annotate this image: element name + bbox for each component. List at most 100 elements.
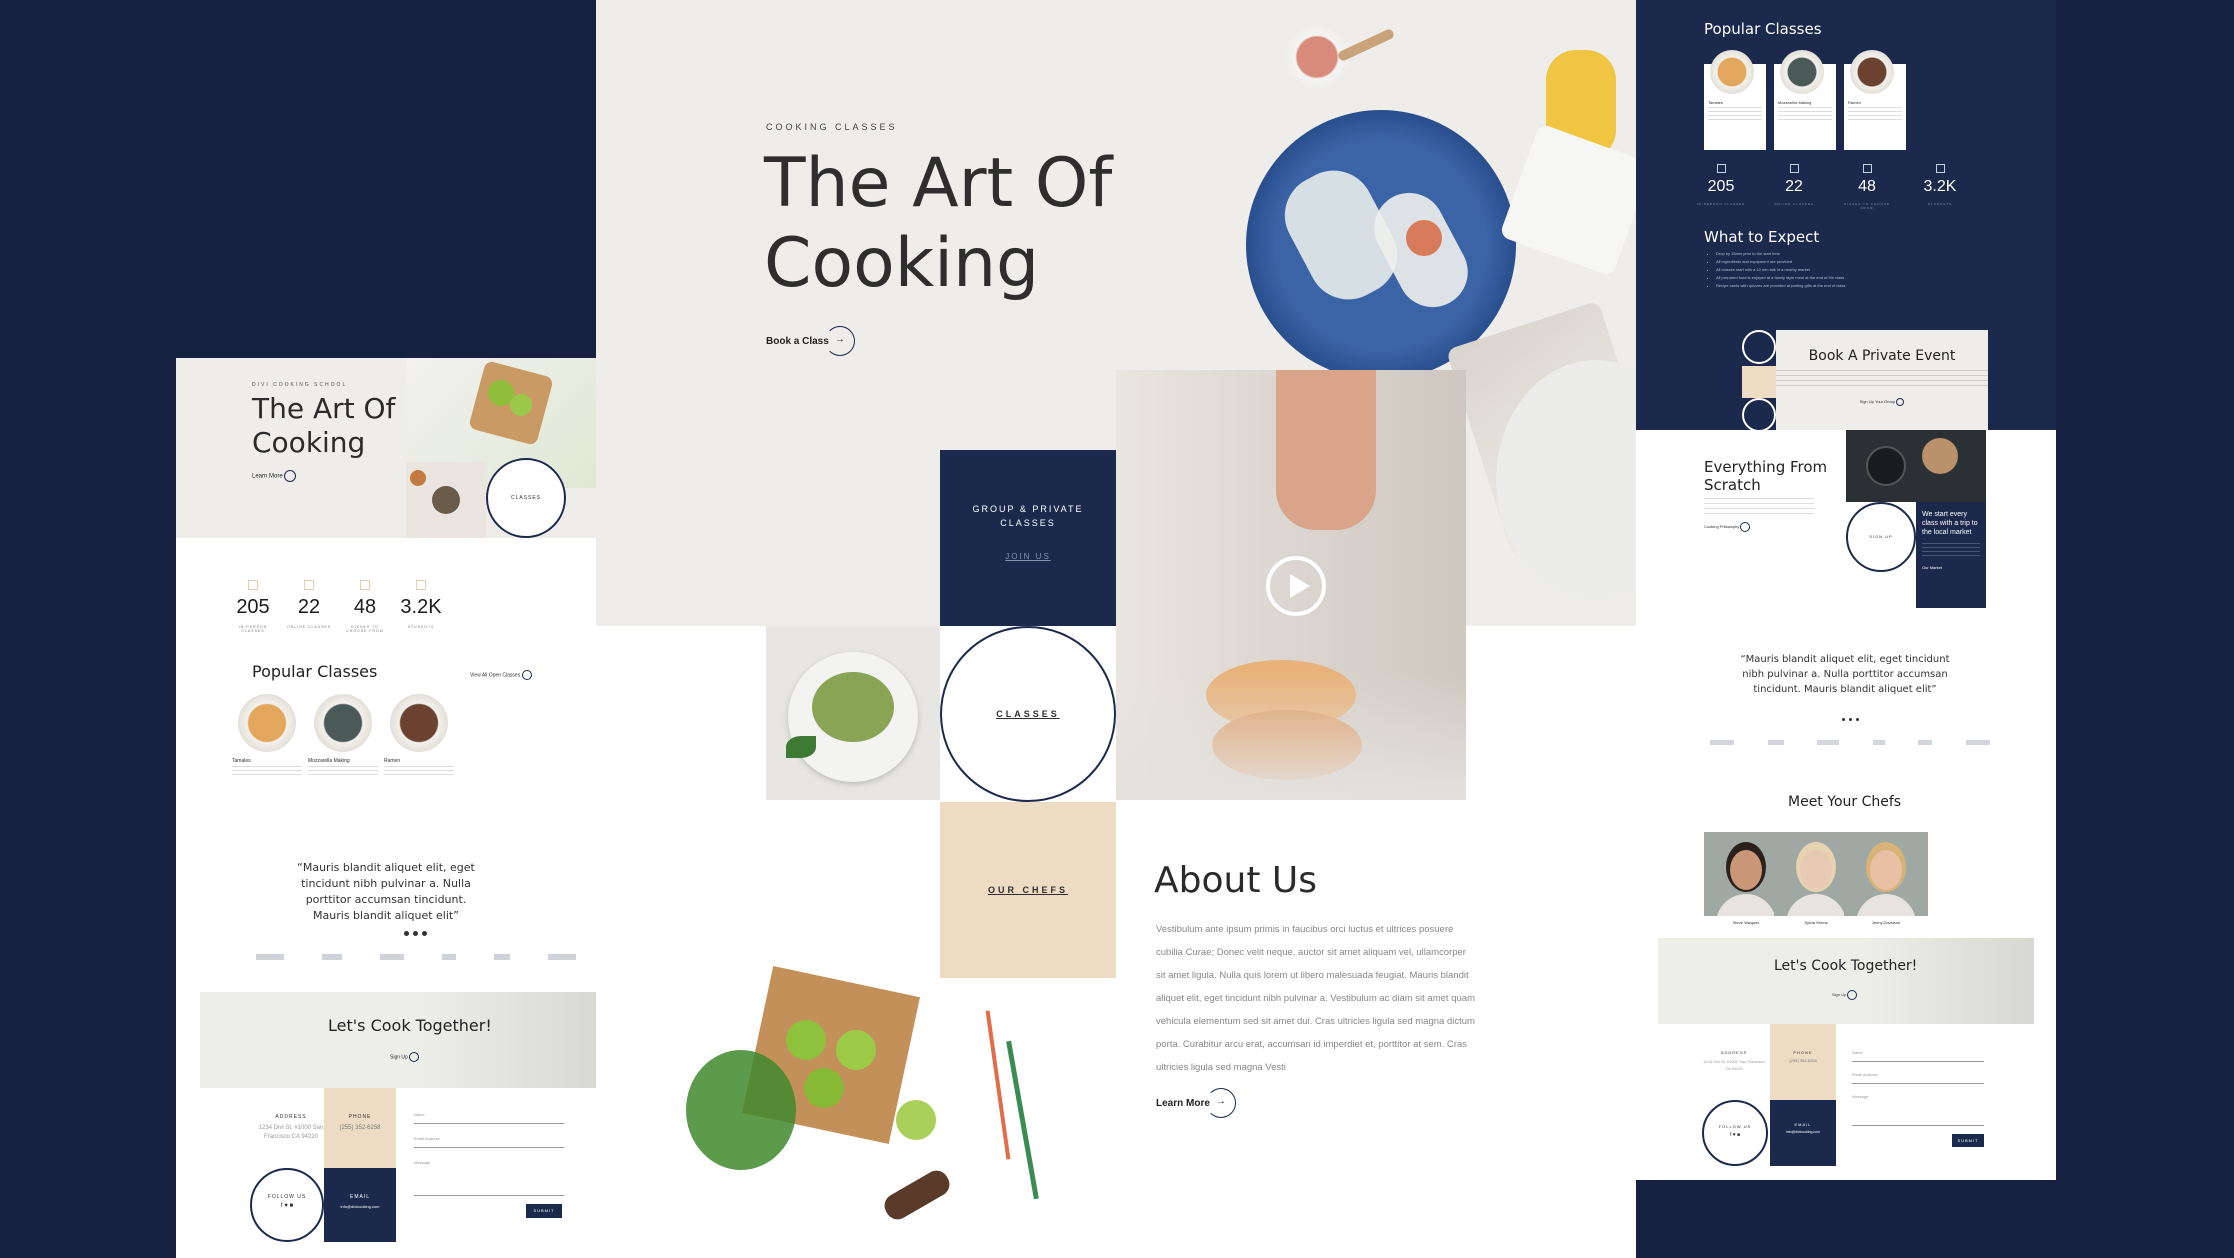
left-class-card[interactable]: Tamales — [232, 694, 302, 778]
left-follow-circle[interactable]: FOLLOW US f ♥ ■ — [250, 1168, 324, 1242]
left-class-name: Mozzarella Making — [308, 758, 350, 764]
left-learn-label: Learn More — [252, 473, 283, 480]
left-quote-dots[interactable] — [402, 923, 429, 941]
left-classes-circle[interactable]: CLASSES — [486, 458, 566, 538]
right-our-market-link[interactable]: Our Market — [1922, 565, 1980, 570]
right-email-block: EMAIL info@divicooking.com — [1770, 1100, 1836, 1166]
center-title-line2: Cooking — [764, 224, 1040, 303]
left-class-card[interactable]: Ramen — [384, 694, 454, 778]
class-desc — [1848, 107, 1902, 121]
left-sign-up-link[interactable]: Sign Up — [390, 1052, 420, 1062]
right-stat-value: 22 — [1785, 178, 1803, 195]
left-view-all-label: View All Open Classes — [470, 672, 521, 679]
right-email-field[interactable]: Email Address — [1852, 1072, 1984, 1084]
social-icons[interactable]: f ♥ ■ — [1704, 1132, 1766, 1138]
right-submit-button[interactable]: SUBMIT — [1952, 1134, 1984, 1147]
limes-photo — [656, 950, 1076, 1258]
right-scratch-link-label: Cooking Philosophy — [1704, 524, 1740, 530]
left-follow-label: FOLLOW US — [267, 1194, 307, 1200]
right-deco-ring-2 — [1742, 398, 1776, 432]
left-stat: 22 ONLINE CLASSES — [284, 580, 334, 629]
stat-icon — [304, 580, 314, 590]
class-photo — [1850, 50, 1894, 94]
arrow-circle-icon — [1740, 522, 1751, 532]
right-private-title: Book A Private Event — [1808, 348, 1956, 364]
right-stat: 3.2K STUDENTS — [1915, 164, 1965, 206]
right-stat-label: DISHES TO CHOOSE FROM — [1844, 202, 1890, 210]
left-eyebrow: DIVI COOKING SCHOOL — [252, 382, 348, 388]
book-class-button[interactable]: Book a Class → — [766, 326, 855, 356]
class-desc — [1778, 107, 1832, 121]
left-phone-value: (255) 352-6258 — [339, 1125, 381, 1131]
right-scratch-link[interactable]: Cooking Philosophy — [1704, 522, 1751, 532]
social-icons[interactable]: f ♥ ■ — [252, 1203, 322, 1209]
left-stat-label: ONLINE CLASSES — [286, 625, 332, 629]
stat-icon — [1716, 164, 1726, 173]
arrow-circle-icon: → — [824, 326, 855, 356]
right-expect-item: Drop by 15min prior to the start time — [1716, 250, 1916, 258]
right-logo-strip — [1710, 740, 1990, 746]
right-page-preview: Popular Classes Tamales Mozzarella Makin… — [1636, 0, 2056, 1180]
left-popular-title: Popular Classes — [252, 662, 378, 681]
right-scratch-title: Everything From Scratch — [1704, 458, 1827, 494]
right-stat: 48 DISHES TO CHOOSE FROM — [1842, 164, 1892, 210]
play-icon — [1290, 574, 1310, 598]
left-name-field[interactable]: Name — [414, 1112, 564, 1124]
class-photo — [1780, 50, 1824, 94]
right-private-cta-label: Sign Up Your Group — [1859, 399, 1896, 405]
left-title-line1: The Art Of — [252, 392, 396, 425]
learn-more-label: Learn More — [1156, 1097, 1210, 1109]
right-stat: 22 ONLINE CLASSES — [1769, 164, 1819, 206]
right-class-name: Ramen — [1848, 100, 1861, 105]
play-button[interactable] — [1266, 556, 1326, 616]
left-message-field[interactable]: Message — [414, 1160, 564, 1196]
right-deco-ring-1 — [1742, 330, 1776, 364]
left-class-card[interactable]: Mozzarella Making — [308, 694, 378, 778]
learn-more-button[interactable]: Learn More → — [1156, 1088, 1236, 1118]
left-address-value: 1234 Divi St. #1000 San Francisco CA 942… — [258, 1125, 324, 1140]
left-view-all-link[interactable]: View All Open Classes — [470, 670, 532, 680]
left-title: The Art Of Cooking — [252, 392, 395, 460]
class-photo — [390, 694, 448, 752]
left-email-value: info@divicooking.com — [340, 1204, 380, 1209]
left-stat: 3.2K STUDENTS — [396, 580, 446, 629]
right-follow-circle[interactable]: FOLLOW US f ♥ ■ — [1702, 1100, 1768, 1166]
left-email-field[interactable]: Email Address — [414, 1136, 564, 1148]
left-stat: 48 DISHES TO CHOOSE FROM — [340, 580, 390, 633]
arrow-circle-icon — [409, 1052, 420, 1062]
left-stat-label: IN-PERSON CLASSES — [238, 625, 268, 633]
right-class-name: Mozzarella Making — [1778, 100, 1812, 105]
left-learn-link[interactable]: Learn More — [252, 470, 297, 482]
our-chefs-label: OUR CHEFS — [987, 885, 1068, 895]
right-class-card[interactable]: Ramen — [1844, 50, 1906, 150]
right-name-field[interactable]: Name — [1852, 1050, 1984, 1062]
right-sign-up-link[interactable]: Sign Up — [1832, 990, 1858, 1000]
right-stat: 205 IN-PERSON CLASSES — [1696, 164, 1746, 206]
arrow-circle-icon — [284, 470, 297, 482]
right-chef-card[interactable]: Jenny Davidson — [1844, 832, 1928, 925]
right-phone-block: PHONE (255) 352-6258 — [1770, 1024, 1836, 1100]
center-title: The Art Of Cooking — [764, 144, 1112, 304]
left-address-label: ADDRESS — [275, 1114, 307, 1120]
right-quote-dots[interactable] — [1840, 708, 1861, 726]
left-cook-title: Let's Cook Together! — [328, 1016, 492, 1035]
stat-icon — [1862, 164, 1872, 173]
right-private-cta[interactable]: Sign Up Your Group — [1776, 398, 1988, 406]
left-submit-button[interactable]: SUBMIT — [526, 1204, 562, 1218]
right-class-card[interactable]: Tamales — [1704, 50, 1766, 150]
left-sign-up-label: Sign Up — [390, 1054, 408, 1061]
stat-icon — [1789, 164, 1799, 173]
right-signup-circle[interactable]: SIGN UP — [1846, 502, 1916, 572]
right-address-block: ADDRESS 1234 Divi St. #1000 San Francisc… — [1700, 1050, 1768, 1072]
left-page-preview: DIVI COOKING SCHOOL The Art Of Cooking L… — [176, 358, 596, 1258]
right-class-card[interactable]: Mozzarella Making — [1774, 50, 1836, 150]
right-stat-label: ONLINE CLASSES — [1774, 202, 1814, 206]
classes-circle[interactable]: CLASSES — [940, 626, 1116, 802]
class-desc — [384, 766, 454, 778]
right-stat-value: 205 — [1707, 178, 1735, 195]
stat-icon — [416, 580, 426, 590]
center-eyebrow: COOKING CLASSES — [766, 122, 898, 132]
right-message-field[interactable]: Message — [1852, 1094, 1984, 1126]
left-cook-banner — [200, 992, 596, 1088]
join-us-link[interactable]: JOIN US — [940, 552, 1116, 561]
